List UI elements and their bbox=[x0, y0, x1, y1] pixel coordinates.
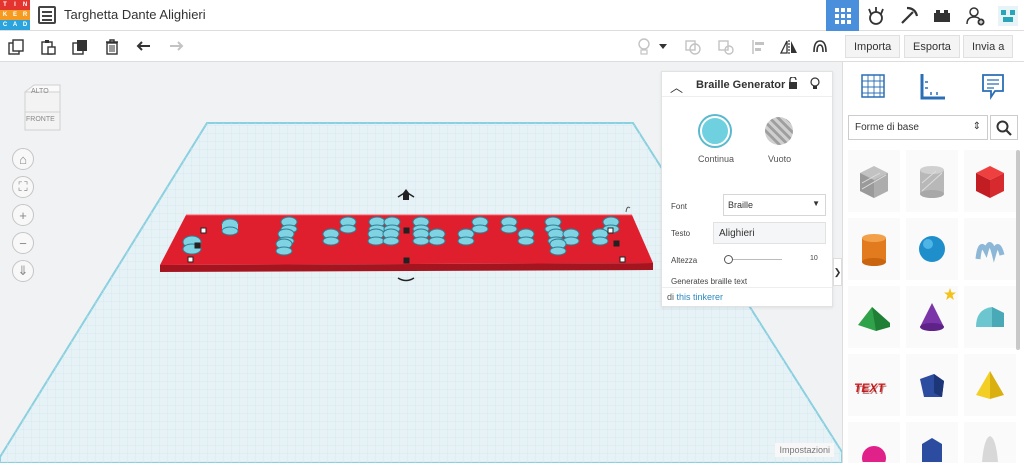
shape-roof[interactable] bbox=[848, 286, 900, 348]
ruler-tab-icon[interactable] bbox=[917, 70, 949, 102]
undo-icon[interactable] bbox=[134, 37, 154, 57]
lock-icon[interactable] bbox=[788, 76, 798, 92]
notes-tab-icon[interactable] bbox=[977, 70, 1009, 102]
sidebar-scrollbar[interactable] bbox=[1016, 150, 1020, 350]
shape-inspector-panel: ︿ Braille Generator Continua Vuoto Font … bbox=[661, 71, 833, 307]
playground-icon[interactable] bbox=[859, 0, 892, 31]
group-icon[interactable] bbox=[683, 37, 703, 57]
solid-option-button[interactable] bbox=[700, 116, 730, 146]
shape-round-roof[interactable] bbox=[964, 286, 1016, 348]
align-icon[interactable] bbox=[749, 37, 769, 57]
shape-pyramid[interactable] bbox=[964, 354, 1016, 416]
shape-panel-title: Braille Generator bbox=[696, 79, 786, 91]
logo-letter: R bbox=[20, 10, 30, 20]
mirror-icon[interactable] bbox=[779, 37, 799, 57]
shape-scribble[interactable] bbox=[964, 218, 1016, 280]
text-label: Testo bbox=[671, 229, 691, 238]
home-icon[interactable]: ⌂ bbox=[12, 148, 34, 170]
shape-pentagon-prism[interactable] bbox=[906, 422, 958, 463]
user-add-icon[interactable] bbox=[958, 0, 991, 31]
export-button[interactable]: Esporta bbox=[904, 35, 960, 58]
shape-panel-header: ︿ Braille Generator bbox=[662, 72, 832, 97]
chevron-right-icon[interactable]: ❯ bbox=[833, 258, 842, 286]
cruise-icon[interactable] bbox=[810, 37, 830, 57]
light-bulb-icon[interactable] bbox=[810, 77, 820, 93]
redo-icon[interactable] bbox=[166, 37, 186, 57]
settings-link[interactable]: Impostazioni bbox=[775, 443, 834, 457]
shape-text[interactable]: TEXT TEXT bbox=[848, 354, 900, 416]
shape-cylinder-hole[interactable] bbox=[906, 150, 958, 212]
logo-letter: C bbox=[0, 20, 10, 30]
import-button[interactable]: Importa bbox=[845, 35, 901, 58]
tinkercad-logo[interactable]: T I N K E R C A D bbox=[0, 0, 31, 31]
zoom-out-icon[interactable]: − bbox=[12, 232, 34, 254]
shape-paraboloid[interactable] bbox=[964, 422, 1016, 463]
chevron-up-icon[interactable]: ︿ bbox=[670, 77, 683, 96]
select-arrows-icon: ⇕ bbox=[972, 121, 981, 132]
duplicate-icon[interactable] bbox=[70, 37, 90, 57]
viewcube-top-label[interactable]: ALTO bbox=[31, 88, 49, 95]
shape-sphere[interactable] bbox=[906, 218, 958, 280]
shape-half-sphere[interactable] bbox=[848, 422, 900, 463]
edit-toolbar: Importa Esporta Invia a bbox=[0, 31, 1024, 62]
ungroup-icon[interactable] bbox=[716, 37, 736, 57]
designs-list-icon[interactable] bbox=[38, 6, 56, 24]
logo-letter: T bbox=[0, 0, 10, 10]
ortho-icon[interactable]: ⇓ bbox=[12, 260, 34, 282]
hole-label: Vuoto bbox=[768, 154, 792, 164]
height-value: 10 bbox=[810, 255, 818, 262]
logo-letter: D bbox=[20, 20, 30, 30]
bricks-icon[interactable] bbox=[925, 0, 958, 31]
shape-author: di this tinkerer bbox=[662, 287, 832, 307]
star-icon bbox=[944, 288, 956, 300]
shape-description: Generates braille text bbox=[671, 277, 748, 286]
send-to-button[interactable]: Invia a bbox=[963, 35, 1014, 58]
height-slider-knob[interactable] bbox=[724, 255, 733, 264]
font-select[interactable]: Braille ▼ bbox=[723, 194, 826, 216]
search-button[interactable] bbox=[990, 115, 1018, 140]
top-nav bbox=[826, 0, 1024, 31]
blocks-pickaxe-icon[interactable] bbox=[892, 0, 925, 31]
shapes-sidebar: Forme di base ⇕ TEXT TEXT bbox=[842, 62, 1024, 463]
fit-icon[interactable]: ⛶ bbox=[12, 176, 34, 198]
design-title[interactable]: Targhetta Dante Alighieri bbox=[64, 7, 206, 22]
font-value: Braille bbox=[728, 200, 754, 210]
search-icon bbox=[996, 120, 1012, 136]
shape-category-select[interactable]: Forme di base ⇕ bbox=[848, 115, 988, 140]
copy-icon[interactable] bbox=[6, 37, 26, 57]
paste-icon[interactable] bbox=[38, 37, 58, 57]
shape-box-hole[interactable] bbox=[848, 150, 900, 212]
viewcube-front-label[interactable]: FRONTE bbox=[26, 116, 55, 123]
author-link[interactable]: this tinkerer bbox=[677, 292, 724, 302]
height-slider-track[interactable] bbox=[726, 259, 782, 260]
top-bar: T I N K E R C A D Targhetta Dante Alighi… bbox=[0, 0, 1024, 31]
grid-tab-icon[interactable] bbox=[857, 70, 889, 102]
logo-letter: I bbox=[10, 0, 20, 10]
hole-option-button[interactable] bbox=[765, 117, 793, 145]
caret-down-icon: ▼ bbox=[812, 199, 820, 208]
logo-letter: N bbox=[20, 0, 30, 10]
shape-category-value: Forme di base bbox=[855, 122, 919, 133]
font-label: Font bbox=[671, 202, 688, 211]
svg-text:TEXT: TEXT bbox=[855, 383, 887, 397]
shape-cylinder[interactable] bbox=[848, 218, 900, 280]
shape-box[interactable] bbox=[964, 150, 1016, 212]
author-prefix: di bbox=[667, 292, 675, 302]
trash-icon[interactable] bbox=[102, 37, 122, 57]
shape-polygon[interactable] bbox=[906, 354, 958, 416]
solid-label: Continua bbox=[698, 154, 735, 164]
light-bulb-icon[interactable] bbox=[634, 37, 654, 57]
dropdown-icon[interactable] bbox=[656, 37, 670, 57]
shape-cone[interactable] bbox=[906, 286, 958, 348]
logo-letter: A bbox=[10, 20, 20, 30]
zoom-in-icon[interactable]: + bbox=[12, 204, 34, 226]
logo-letter: K bbox=[0, 10, 10, 20]
profile-avatar-icon[interactable] bbox=[991, 0, 1024, 31]
text-input[interactable]: Alighieri bbox=[713, 222, 826, 244]
grid-view-icon[interactable] bbox=[826, 0, 859, 31]
logo-letter: E bbox=[10, 10, 20, 20]
height-label: Altezza bbox=[671, 256, 698, 265]
